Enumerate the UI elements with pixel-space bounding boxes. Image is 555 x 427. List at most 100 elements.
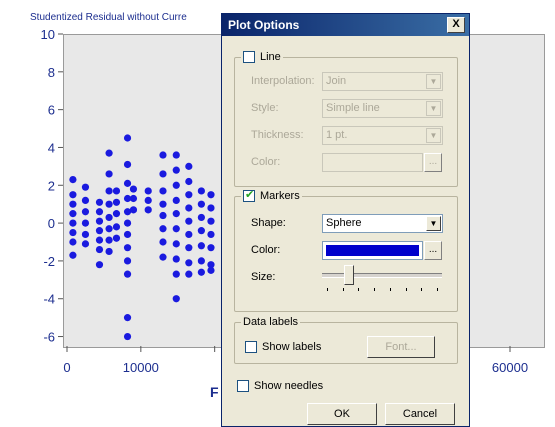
data-point bbox=[105, 247, 113, 256]
data-point bbox=[185, 177, 193, 186]
data-point bbox=[159, 238, 167, 246]
interpolation-label: Interpolation: bbox=[251, 75, 315, 87]
line-color-button[interactable]: ... bbox=[424, 153, 442, 172]
data-point bbox=[159, 151, 167, 159]
data-point bbox=[81, 240, 90, 248]
data-point bbox=[105, 170, 113, 178]
line-color-label: Color: bbox=[251, 156, 281, 168]
show-labels-checkbox-box[interactable] bbox=[245, 341, 257, 353]
shape-select[interactable]: Sphere ▼ bbox=[322, 214, 443, 233]
show-needles-checkbox[interactable]: Show needles bbox=[237, 380, 323, 392]
data-point bbox=[69, 210, 77, 218]
data-point bbox=[123, 219, 132, 227]
line-checkbox[interactable]: Line bbox=[241, 51, 283, 63]
data-point bbox=[172, 225, 180, 233]
marker-color-button[interactable]: ... bbox=[424, 241, 442, 260]
thickness-label: Thickness: bbox=[251, 129, 304, 141]
data-point bbox=[197, 213, 205, 222]
thickness-value: 1 pt. bbox=[326, 129, 348, 141]
data-point bbox=[123, 332, 132, 341]
data-point bbox=[185, 191, 193, 199]
data-point bbox=[123, 179, 132, 187]
data-point bbox=[95, 208, 104, 216]
line-checkbox-box[interactable] bbox=[243, 51, 255, 63]
show-needles-label: Show needles bbox=[254, 380, 324, 392]
line-color-swatch[interactable] bbox=[322, 153, 423, 172]
chevron-down-icon: ▼ bbox=[426, 101, 441, 116]
data-point bbox=[197, 268, 205, 276]
show-labels-checkbox[interactable]: Show labels bbox=[245, 341, 321, 353]
data-point bbox=[95, 217, 104, 225]
data-point bbox=[95, 245, 104, 254]
data-point bbox=[105, 187, 113, 195]
y-tick-label: 4 bbox=[48, 140, 55, 155]
data-point bbox=[81, 208, 90, 216]
dialog-titlebar[interactable]: Plot Options X bbox=[222, 14, 469, 36]
data-point bbox=[112, 187, 121, 195]
marker-color-swatch[interactable] bbox=[322, 241, 423, 260]
slider-tick bbox=[437, 288, 438, 291]
show-needles-checkbox-box[interactable] bbox=[237, 380, 249, 392]
size-slider[interactable] bbox=[322, 264, 444, 294]
markers-checkbox[interactable]: Markers bbox=[241, 188, 302, 202]
data-point bbox=[123, 230, 132, 239]
x-axis-label: F bbox=[210, 384, 219, 400]
data-point bbox=[105, 200, 113, 208]
data-point bbox=[81, 196, 90, 204]
chevron-down-icon: ▼ bbox=[426, 128, 441, 143]
slider-tick bbox=[358, 288, 360, 291]
data-point bbox=[144, 206, 152, 214]
chevron-down-icon: ▼ bbox=[426, 216, 441, 231]
data-labels-title: Data labels bbox=[243, 316, 299, 328]
data-point bbox=[123, 134, 132, 142]
data-point bbox=[185, 162, 193, 170]
size-slider-thumb[interactable] bbox=[344, 265, 354, 285]
data-point bbox=[81, 219, 90, 227]
data-point bbox=[172, 151, 180, 159]
markers-checkbox-box[interactable] bbox=[243, 188, 255, 202]
data-point bbox=[129, 206, 138, 214]
data-point bbox=[159, 211, 167, 220]
data-point bbox=[69, 176, 77, 184]
data-point bbox=[69, 191, 77, 199]
cancel-button[interactable]: Cancel bbox=[385, 403, 455, 425]
data-point bbox=[144, 196, 152, 204]
data-point bbox=[81, 183, 90, 191]
slider-tick bbox=[374, 288, 376, 291]
data-point bbox=[112, 223, 121, 231]
data-point bbox=[81, 230, 90, 239]
data-point bbox=[185, 217, 193, 225]
font-button[interactable]: Font... bbox=[367, 336, 435, 358]
data-point bbox=[112, 234, 121, 242]
data-point bbox=[197, 257, 205, 265]
data-point bbox=[95, 198, 104, 206]
data-point bbox=[95, 236, 104, 244]
y-tick-label: 0 bbox=[48, 216, 55, 231]
y-tick-label: -2 bbox=[43, 254, 55, 269]
size-slider-track bbox=[322, 273, 442, 278]
data-point bbox=[207, 244, 215, 252]
data-point bbox=[159, 200, 167, 208]
thickness-select[interactable]: 1 pt. ▼ bbox=[322, 126, 443, 145]
data-point bbox=[159, 225, 167, 233]
interpolation-select[interactable]: Join ▼ bbox=[322, 72, 443, 91]
close-button[interactable]: X bbox=[447, 17, 465, 33]
ok-button[interactable]: OK bbox=[307, 403, 377, 425]
data-point bbox=[185, 230, 193, 239]
data-point bbox=[185, 259, 193, 267]
show-labels-label: Show labels bbox=[262, 341, 322, 353]
data-point bbox=[172, 270, 180, 278]
y-tick-label: 6 bbox=[48, 103, 55, 118]
data-point bbox=[207, 191, 215, 199]
style-label: Style: bbox=[251, 102, 279, 114]
data-point bbox=[95, 227, 104, 235]
data-point bbox=[95, 261, 104, 269]
close-icon: X bbox=[452, 18, 460, 30]
y-tick-label: 2 bbox=[48, 178, 55, 193]
data-point bbox=[69, 238, 77, 246]
data-point bbox=[172, 255, 180, 263]
x-tick-label: 60000 bbox=[492, 360, 528, 375]
style-select[interactable]: Simple line ▼ bbox=[322, 99, 443, 118]
data-point bbox=[105, 225, 113, 233]
marker-color-fill bbox=[326, 245, 419, 256]
